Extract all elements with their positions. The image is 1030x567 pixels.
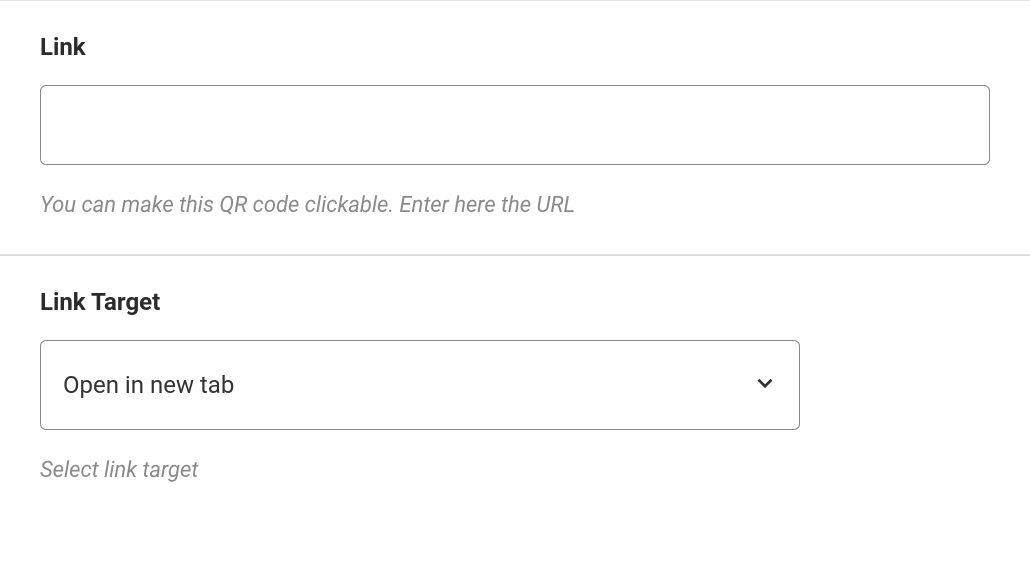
link-section: Link You can make this QR code clickable… xyxy=(0,0,1030,255)
link-target-help-text: Select link target xyxy=(40,458,990,483)
link-label: Link xyxy=(40,33,990,61)
link-target-label: Link Target xyxy=(40,288,990,316)
link-target-section: Link Target Open in new tab Select link … xyxy=(0,255,1030,519)
link-input[interactable] xyxy=(40,85,990,165)
link-target-selected-text: Open in new tab xyxy=(63,371,234,399)
link-target-selected[interactable]: Open in new tab xyxy=(40,340,800,430)
link-help-text: You can make this QR code clickable. Ent… xyxy=(40,193,990,218)
link-target-select[interactable]: Open in new tab xyxy=(40,340,800,430)
